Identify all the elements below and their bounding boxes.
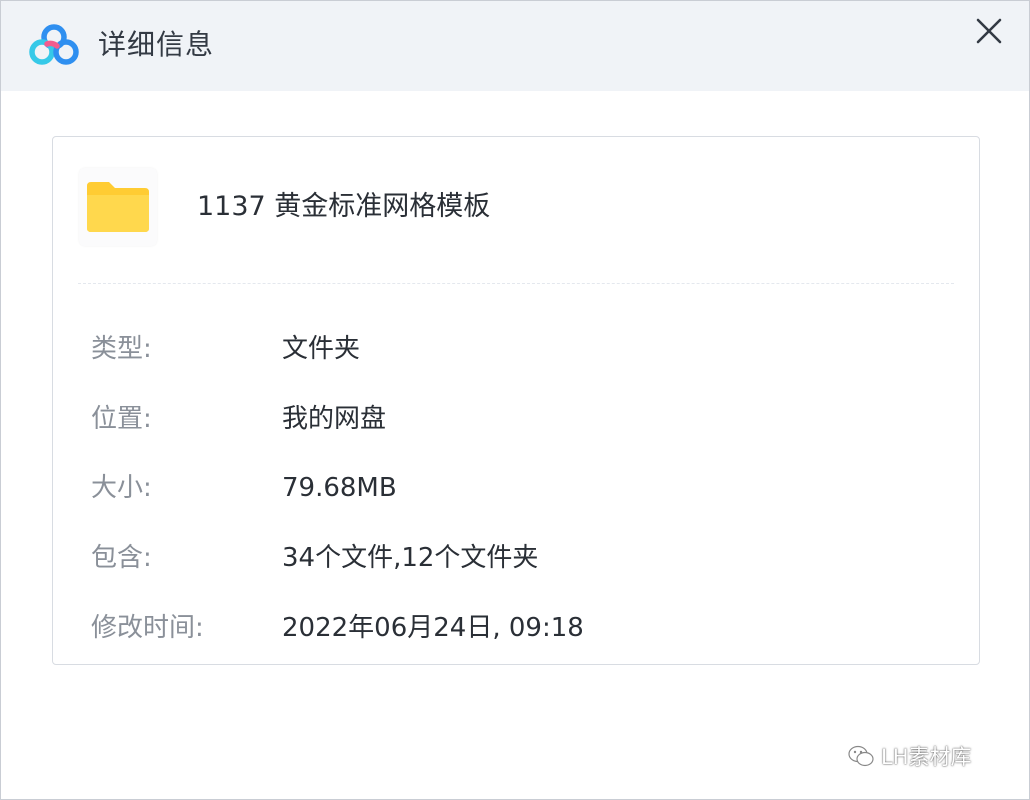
close-icon bbox=[976, 18, 1002, 44]
type-value: 文件夹 bbox=[282, 334, 361, 364]
location-value: 我的网盘 bbox=[282, 404, 387, 434]
folder-icon bbox=[87, 182, 149, 232]
wechat-icon bbox=[848, 745, 874, 767]
close-button[interactable] bbox=[967, 9, 1011, 53]
details-card: 1137 黄金标准网格模板 类型: 文件夹 位置: 我的网盘 大小: 79.68… bbox=[52, 136, 980, 665]
modified-time-value: 2022年06月24日, 09:18 bbox=[282, 613, 584, 643]
type-label: 类型: bbox=[91, 334, 152, 364]
file-thumbnail bbox=[79, 168, 157, 246]
watermark-text: LH素材库 bbox=[881, 745, 972, 769]
contains-value: 34个文件,12个文件夹 bbox=[282, 543, 539, 573]
dialog-titlebar: 详细信息 bbox=[1, 1, 1029, 91]
size-label: 大小: bbox=[91, 473, 152, 503]
location-label: 位置: bbox=[91, 404, 152, 434]
divider bbox=[78, 283, 954, 284]
size-value: 79.68MB bbox=[282, 473, 397, 503]
baidu-netdisk-logo-icon bbox=[29, 24, 79, 65]
modified-time-label: 修改时间: bbox=[91, 613, 204, 643]
dialog-title: 详细信息 bbox=[98, 28, 215, 61]
details-dialog: 详细信息 1137 黄金标准网格模板 类型: 文件夹 位置: 我的网盘 大小: … bbox=[0, 0, 1030, 800]
contains-label: 包含: bbox=[91, 543, 152, 573]
file-name: 1137 黄金标准网格模板 bbox=[197, 191, 491, 222]
watermark: LH素材库 bbox=[847, 739, 972, 773]
